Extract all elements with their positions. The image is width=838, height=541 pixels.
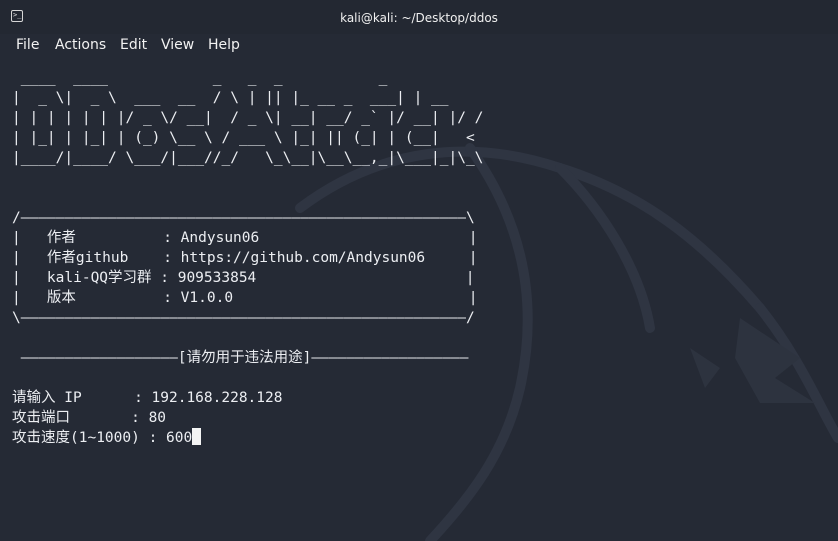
menu-actions[interactable]: Actions [55,37,106,53]
terminal-text: ____ ____ _ _ _ _ | _ \| _ \ ___ __ / \ |… [12,68,483,448]
banner-line: |____/|____/ \___/|___//_/ \_\__|\__\__,… [12,150,484,166]
banner-line: ____ ____ _ _ _ _ [12,70,388,86]
info-box-line: | kali-QQ学习群 : 909533854 | [12,270,475,286]
window-title: kali@kali: ~/Desktop/ddos [340,11,498,25]
text-cursor [192,428,202,445]
menu-file[interactable]: File [16,37,39,53]
speed-prompt-line[interactable]: 攻击速度(1~1000) : 600 [12,428,483,448]
menu-edit[interactable]: Edit [120,37,147,53]
speed-prompt-text: 攻击速度(1~1000) : 600 [12,430,193,446]
info-box-line: | 作者 : Andysun06 | [12,230,478,246]
info-box-line: \———————————————————————————————————————… [12,310,475,326]
title-bar[interactable]: >_ kali@kali: ~/Desktop/ddos [0,0,838,34]
info-box-line: | 版本 : V1.0.0 | [12,290,478,306]
menu-view[interactable]: View [161,37,194,53]
menu-bar: File Actions Edit View Help [0,34,838,58]
port-prompt-line: 攻击端口 : 80 [12,410,167,426]
terminal-window: >_ kali@kali: ~/Desktop/ddos File Action… [0,0,838,541]
info-box-line: | 作者github : https://github.com/Andysun0… [12,250,478,266]
banner-line: | _ \| _ \ ___ __ / \ | || |_ __ _ ___| … [12,90,449,106]
info-box-line: /———————————————————————————————————————… [12,210,475,226]
ip-prompt-line: 请输入 IP : 192.168.228.128 [12,390,283,406]
terminal-output[interactable]: ____ ____ _ _ _ _ | _ \| _ \ ___ __ / \ |… [0,58,838,541]
menu-help[interactable]: Help [208,37,240,53]
warning-line: ——————————————————[请勿用于违法用途]————————————… [12,350,469,366]
banner-line: | | | | | | |/ _ \/ __| / _ \| __| __/ _… [12,110,484,126]
banner-line: | |_| | |_| | (_) \__ \ / ___ \ |_| || (… [12,130,475,146]
